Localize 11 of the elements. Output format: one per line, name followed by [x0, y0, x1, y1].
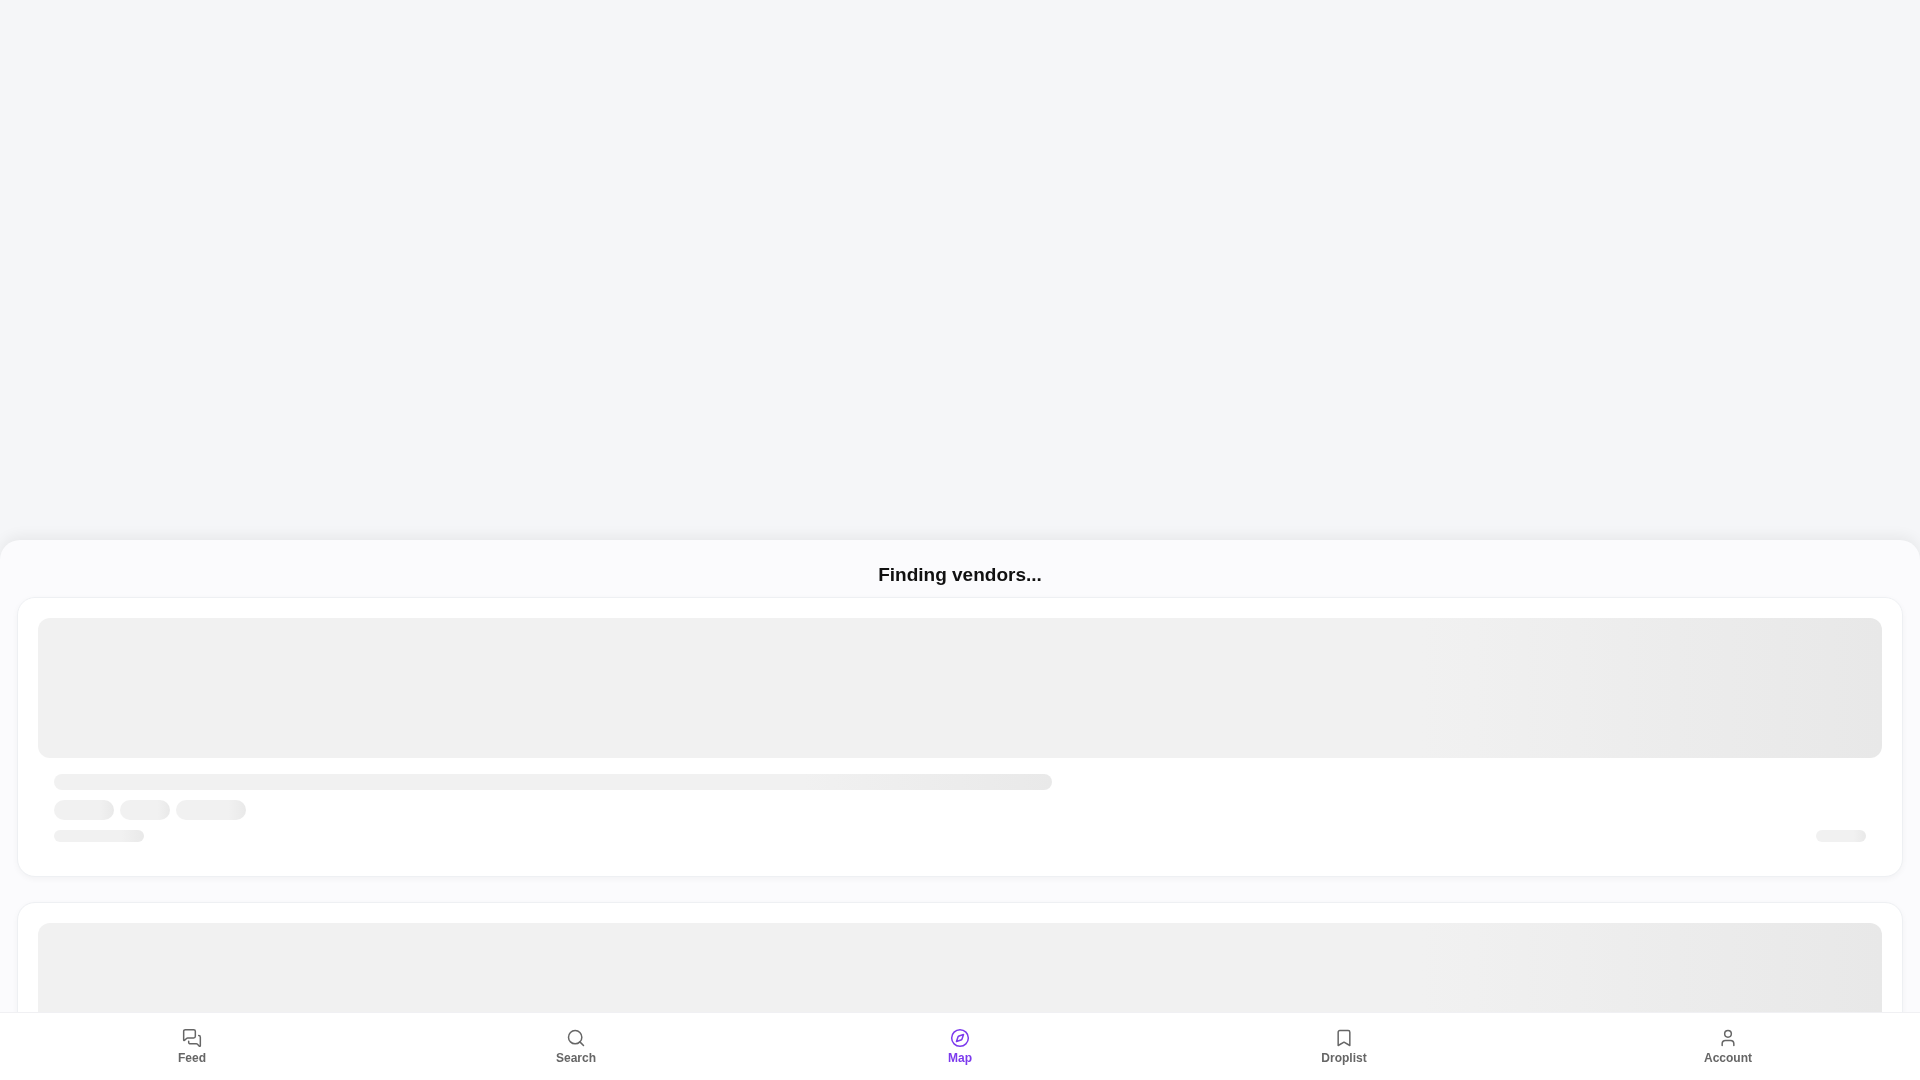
tab[interactable]: Feed: [0, 1013, 384, 1080]
tab[interactable]: Droplist: [1152, 1013, 1536, 1080]
search-icon: [566, 1028, 586, 1048]
tab[interactable]: Search: [384, 1013, 768, 1080]
user-icon: [1718, 1028, 1738, 1048]
compass-icon: [950, 1028, 970, 1048]
bookmark-icon: [1334, 1028, 1354, 1048]
sheet-title: Finding vendors...: [878, 564, 1042, 586]
tab[interactable]: Map: [768, 1013, 1152, 1080]
messages-icon: [182, 1028, 202, 1048]
tab[interactable]: Account: [1536, 1013, 1920, 1080]
